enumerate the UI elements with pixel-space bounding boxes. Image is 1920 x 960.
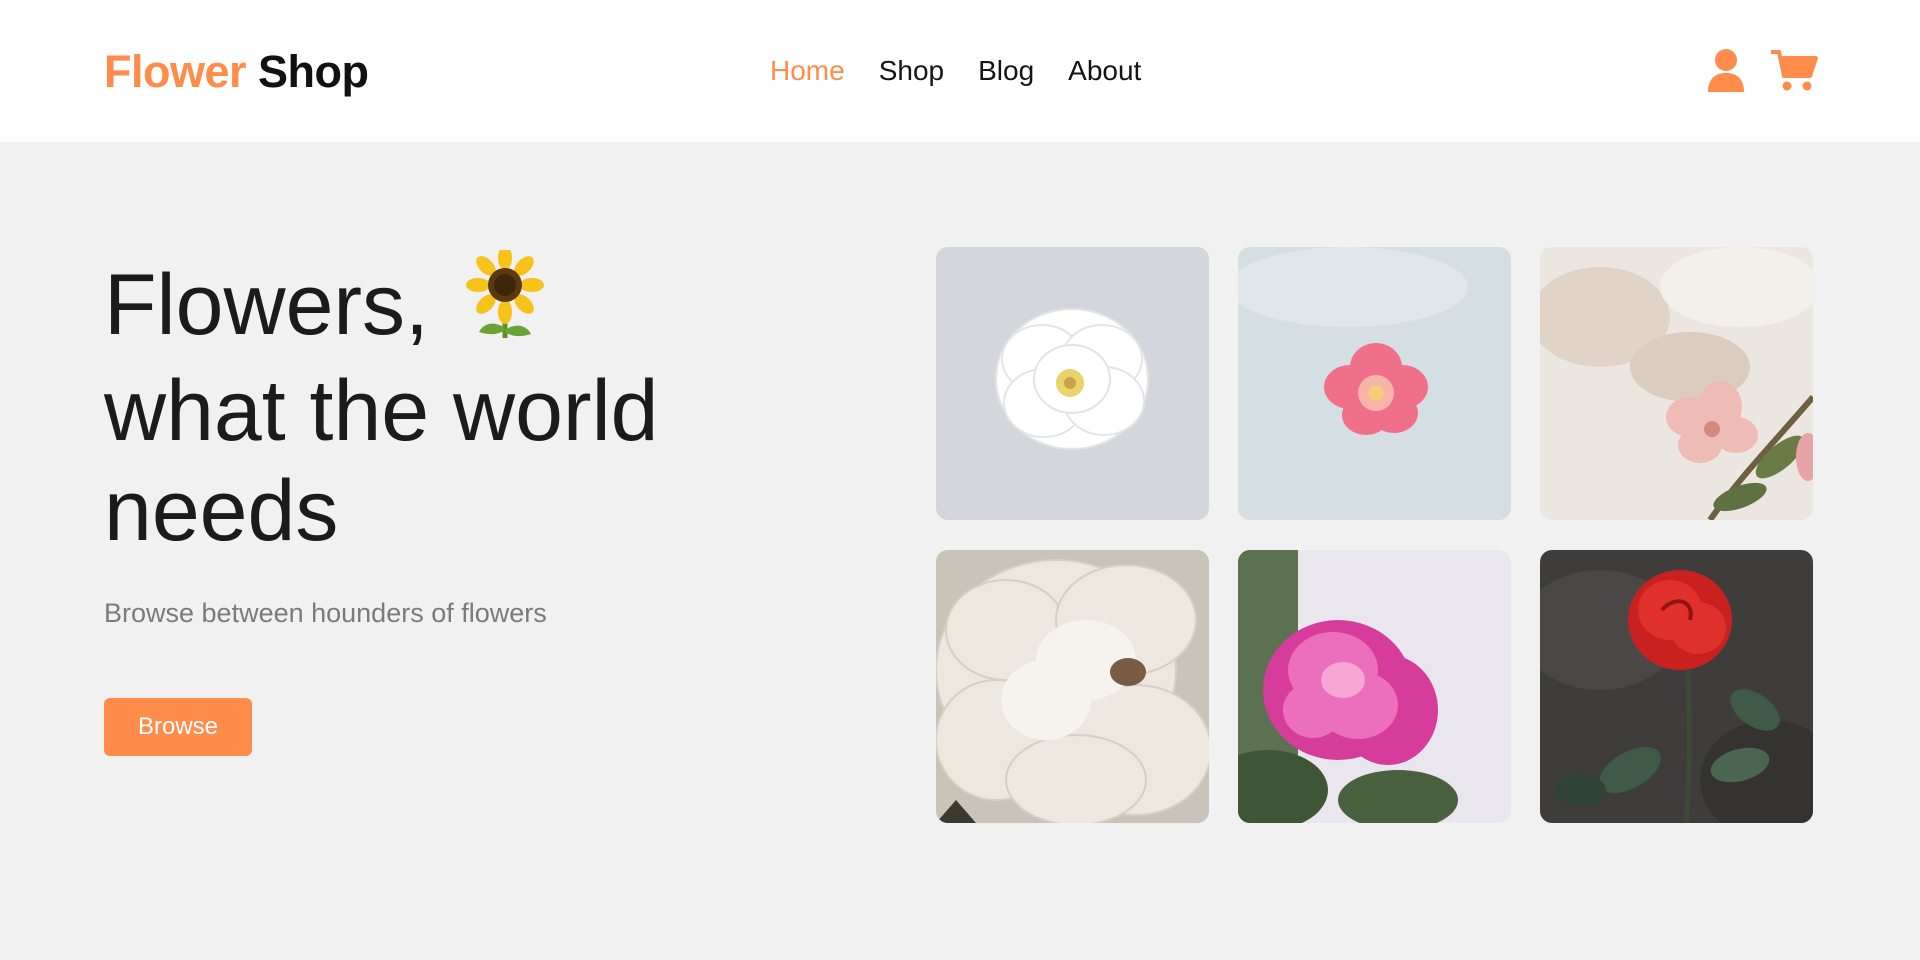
white-peony-image[interactable]	[936, 550, 1209, 823]
nav-shop[interactable]: Shop	[879, 55, 944, 87]
white-rose-image[interactable]	[936, 247, 1209, 520]
nav-about[interactable]: About	[1068, 55, 1141, 87]
cart-icon[interactable]	[1770, 48, 1818, 97]
logo-part-flower: Flower	[104, 46, 247, 97]
site-header: Flower Shop Home Shop Blog About	[0, 0, 1920, 142]
hero-title-line-1: Flowers,	[104, 257, 429, 353]
main-nav: Home Shop Blog About	[770, 55, 1141, 87]
red-rose-image[interactable]	[1540, 550, 1813, 823]
pink-peony-image[interactable]	[1238, 550, 1511, 823]
browse-button[interactable]: Browse	[104, 698, 252, 756]
hero-subtitle: Browse between hounders of flowers	[104, 598, 547, 628]
pink-flower-image[interactable]	[1238, 247, 1511, 520]
header-actions	[1706, 48, 1818, 97]
logo-part-shop: Shop	[258, 46, 369, 97]
blossom-image[interactable]	[1540, 247, 1813, 520]
logo[interactable]: Flower Shop	[104, 46, 369, 98]
flower-gallery	[936, 247, 1813, 823]
hero-title-line-3: needs	[104, 463, 339, 559]
hero-title: Flowers, what the world needs	[104, 246, 659, 561]
nav-home[interactable]: Home	[770, 55, 845, 87]
nav-blog[interactable]: Blog	[978, 55, 1034, 87]
sunflower-icon	[463, 246, 547, 361]
user-icon[interactable]	[1706, 48, 1746, 97]
hero-title-line-2: what the world	[104, 363, 659, 459]
